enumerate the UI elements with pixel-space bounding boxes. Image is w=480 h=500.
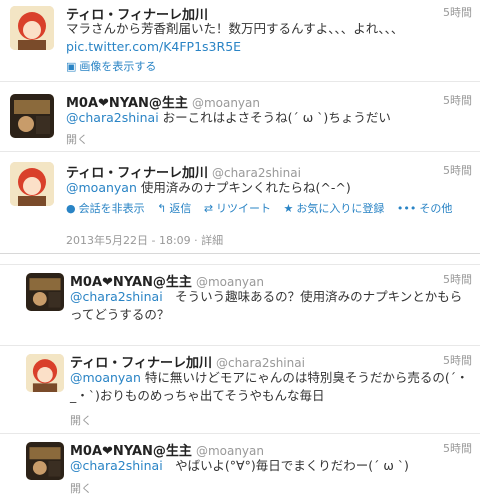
star-icon: ★	[283, 202, 294, 215]
more-button[interactable]: ••• その他	[397, 202, 452, 215]
more-dots-icon: •••	[396, 202, 417, 215]
tweet-2-expanded: ティロ・フィナーレ加川 @chara2shinai 5時間 @moanyan 使用…	[0, 152, 480, 254]
tweet-time[interactable]: 5時間	[443, 440, 472, 456]
open-link[interactable]: 開く	[70, 480, 92, 496]
mention-link[interactable]: @chara2shinai	[70, 458, 163, 473]
tweet-5-reply: M0A❤NYAN@生主 @moanyan 5時間 @chara2shinai やば…	[0, 434, 480, 500]
avatar-moanyan[interactable]	[26, 442, 64, 480]
tweet-text: @chara2shinai おーこれはよさそうね(´ ω ˋ)ちょうだい	[66, 110, 391, 125]
image-icon: ▣	[66, 60, 77, 73]
mention-link[interactable]: @moanyan	[70, 370, 141, 385]
tweet-time[interactable]: 5時間	[443, 92, 472, 108]
tweet-actions: ● 会話を非表示 ↰ 返信 ⇄ リツイート ★ お気に入りに登録 ••• その他	[66, 200, 461, 216]
tweet-text: @chara2shinai そういう趣味あるの？使用済みのナプキンとかもらってど…	[70, 289, 463, 322]
show-image-link[interactable]: ▣ 画像を表示する	[66, 58, 156, 74]
tweet-0: ティロ・フィナーレ加川 5時間 マラさんから芳香剤届いた！数万円するんすよ、、、…	[0, 0, 480, 82]
tweet-text: @moanyan 使用済みのナプキンくれたらね(^-^)	[66, 180, 351, 195]
avatar-tirofinale[interactable]	[10, 6, 54, 50]
avatar-moanyan[interactable]	[10, 94, 54, 138]
avatar-tirofinale[interactable]	[26, 354, 64, 392]
retweet-button[interactable]: ⇄ リツイート	[204, 202, 271, 215]
tweet-text: マラさんから芳香剤届いた！数万円するんすよ、、、よれ、、、 pic.twitte…	[66, 21, 404, 54]
hide-conversation-button[interactable]: ● 会話を非表示	[66, 202, 145, 215]
favorite-button[interactable]: ★ お気に入りに登録	[284, 202, 385, 215]
retweet-icon: ⇄	[203, 202, 214, 215]
mention-link[interactable]: @chara2shinai	[70, 289, 163, 304]
tweet-time[interactable]: 5時間	[443, 162, 472, 178]
tweet-text: @moanyan 特に無いけどモアにゃんのは特別臭そうだから売るの(´・_・`)…	[70, 370, 469, 403]
mention-link[interactable]: @moanyan	[66, 180, 137, 195]
tweet-1: M0A❤NYAN@生主 @moanyan 5時間 @chara2shinai おー…	[0, 82, 480, 152]
avatar-tirofinale[interactable]	[10, 162, 54, 206]
mention-link[interactable]: @chara2shinai	[66, 110, 159, 125]
avatar-moanyan[interactable]	[26, 273, 64, 311]
tweet-time[interactable]: 5時間	[443, 4, 472, 20]
tweet-pic-link[interactable]: pic.twitter.com/K4FP1s3R5E	[66, 39, 241, 54]
tweet-time[interactable]: 5時間	[443, 352, 472, 368]
tweet-4-reply: ティロ・フィナーレ加川 @chara2shinai 5時間 @moanyan 特に…	[0, 346, 480, 434]
tweet-3-reply: M0A❤NYAN@生主 @moanyan 5時間 @chara2shinai そう…	[0, 264, 480, 346]
reply-button[interactable]: ↰ 返信	[157, 202, 191, 215]
open-link[interactable]: 開く	[66, 131, 88, 147]
tweet-date[interactable]: 2013年5月22日 - 18:09 · 詳細	[66, 232, 223, 248]
tweet-text: @chara2shinai やばいよ(°∀°)毎日でまくりだわー(´ ω ˋ)	[70, 458, 409, 473]
open-link[interactable]: 開く	[70, 412, 92, 428]
reply-icon: ↰	[157, 202, 167, 215]
tweet-time[interactable]: 5時間	[443, 271, 472, 287]
conversation-icon: ●	[66, 202, 76, 215]
